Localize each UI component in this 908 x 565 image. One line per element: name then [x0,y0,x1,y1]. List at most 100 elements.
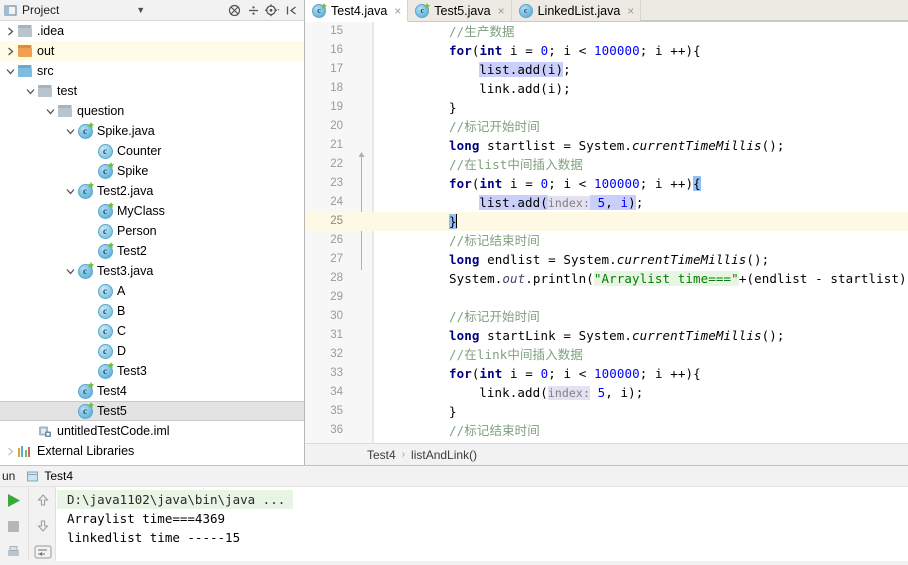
code-line-31[interactable]: 31 long startLink = System.currentTimeMil… [305,326,908,345]
tree-item-a[interactable]: cA [0,281,304,301]
tree-item-test2[interactable]: c Test2 [0,241,304,261]
editor-tab-test5-java[interactable]: c Test5.java × [408,0,512,21]
code-line-21[interactable]: 21 long startlist = System.currentTimeMil… [305,136,908,155]
soft-wrap-icon[interactable] [29,539,56,565]
tree-item-label: C [117,324,127,338]
chevron-right-icon[interactable] [4,445,17,458]
collapse-all-icon[interactable] [226,2,243,19]
stop-icon[interactable] [0,513,27,539]
code-line-19[interactable]: 19} [305,98,908,117]
tree-item-d[interactable]: cD [0,341,304,361]
tree-item-test2-java[interactable]: c Test2.java [0,181,304,201]
line-number: 31 [330,329,343,341]
code-line-text: //标记开始时间 [449,119,540,134]
code-line-29[interactable]: 29 [305,288,908,307]
tree-item-test4[interactable]: c Test4 [0,381,304,401]
scroll-down-icon[interactable] [29,513,56,539]
tree-item-c[interactable]: cC [0,321,304,341]
code-line-16[interactable]: 16 for(int i = 0; i < 100000; i ++){ [305,41,908,60]
code-line-text: long startLink = System.currentTimeMilli… [449,328,785,343]
code-line-34[interactable]: 34 link.add(index: 5, i); [305,383,908,402]
editor-tab-linkedlist-java[interactable]: c LinkedList.java × [511,0,642,21]
run-configuration-tab[interactable]: Test4 [20,467,79,486]
chevron-down-icon[interactable] [24,85,37,98]
tree-item-label: Test2 [117,244,147,258]
code-line-35[interactable]: 35} [305,402,908,421]
code-editor[interactable]: 15 //生产数据 16 for(int i = 0; i < 100000; i +… [305,22,908,443]
breadcrumb[interactable]: Test4 › listAndLink() [305,443,908,465]
tree-item-label: Test3 [117,364,147,378]
code-line-33[interactable]: 33 for(int i = 0; i < 100000; i ++){ [305,364,908,383]
override-marker-icon [424,2,431,9]
code-line-36[interactable]: 36 //标记结束时间 [305,421,908,440]
line-number: 19 [330,101,343,113]
editor-tab-label: Test4.java [331,3,388,18]
code-line-22[interactable]: 22 //在list中间插入数据 [305,155,908,174]
code-line-20[interactable]: 20 //标记开始时间 [305,117,908,136]
java-class-icon: c [97,361,114,379]
breadcrumb-method[interactable]: listAndLink() [411,448,477,462]
code-line-24[interactable]: 24 list.add(index: 5, i); [305,193,908,212]
chevron-right-icon[interactable] [4,45,17,58]
editor-tab-test4-java[interactable]: c Test4.java × [305,0,409,22]
tree-item-counter[interactable]: c Counter [0,141,304,161]
tree-item-spike-java[interactable]: c Spike.java [0,121,304,141]
code-line-27[interactable]: 27 long endlist = System.currentTimeMilli… [305,250,908,269]
tree-item-question[interactable]: question [0,101,304,121]
rerun-run-icon[interactable] [0,487,27,513]
tree-item-test3-java[interactable]: c Test3.java [0,261,304,281]
console-output[interactable]: D:\java1102\java\bin\java ... Arraylist t… [57,487,908,561]
line-number: 26 [330,234,343,246]
console-output-line: Arraylist time===4369 [67,511,226,526]
tree-item-b[interactable]: cB [0,301,304,321]
project-view-chevron-down-icon[interactable]: ▼ [132,5,150,15]
code-line-26[interactable]: 26 //标记结束时间 [305,231,908,250]
chevron-down-icon[interactable] [4,65,17,78]
chevron-down-icon[interactable] [44,105,57,118]
code-line-30[interactable]: 30 //标记开始时间 [305,307,908,326]
chevron-down-icon[interactable] [64,125,77,138]
tree-item-person[interactable]: c Person [0,221,304,241]
close-icon[interactable]: × [627,5,634,17]
code-line-text: list.add(i); [479,62,571,77]
code-line-32[interactable]: 32 //在link中间插入数据 [305,345,908,364]
code-line-17[interactable]: 17 list.add(i); [305,60,908,79]
print-icon[interactable] [0,539,27,565]
java-class-icon: c [97,241,114,259]
close-icon[interactable]: × [498,5,505,17]
tree-item-src[interactable]: src [0,61,304,81]
tree-item-myclass[interactable]: c MyClass [0,201,304,221]
code-line-25[interactable]: 25} [305,212,908,231]
code-line-23[interactable]: 23 for(int i = 0; i < 100000; i ++){ [305,174,908,193]
editor-tab-strip[interactable]: c Test4.java × c Test5.java × c LinkedList.java… [305,0,908,22]
java-class-icon: c [97,343,113,359]
line-number: 34 [330,386,343,398]
line-number: 20 [330,120,343,132]
settings-gear-icon[interactable] [264,2,281,19]
expand-all-icon[interactable] [245,2,262,19]
scroll-up-icon[interactable] [29,487,56,513]
tree-item-external-libraries[interactable]: External Libraries [0,441,304,461]
tree-item-test3[interactable]: c Test3 [0,361,304,381]
code-line-18[interactable]: 18 link.add(i); [305,79,908,98]
tree-item-spike[interactable]: c Spike [0,161,304,181]
chevron-down-icon[interactable] [64,185,77,198]
tree-item-untitledtestcode-iml[interactable]: untitledTestCode.iml [0,421,304,441]
project-tree[interactable]: .idea out src test question c Spike.java c Count… [0,21,304,465]
close-icon[interactable]: × [394,5,401,17]
tree-item-idea[interactable]: .idea [0,21,304,41]
breadcrumb-class[interactable]: Test4 [367,448,396,462]
code-text-area[interactable]: 15 //生产数据 16 for(int i = 0; i < 100000; i +… [305,22,908,443]
chevron-down-icon[interactable] [64,265,77,278]
code-line-28[interactable]: 28 System.out.println("Arraylist time==="… [305,269,908,288]
override-marker-icon [321,2,327,9]
hide-panel-icon[interactable] [283,2,300,19]
tree-item-test5[interactable]: c Test5 [0,401,304,421]
tree-item-out[interactable]: out [0,41,304,61]
code-line-15[interactable]: 15 //生产数据 [305,22,908,41]
chevron-right-icon[interactable] [4,25,17,38]
tree-item-test[interactable]: test [0,81,304,101]
